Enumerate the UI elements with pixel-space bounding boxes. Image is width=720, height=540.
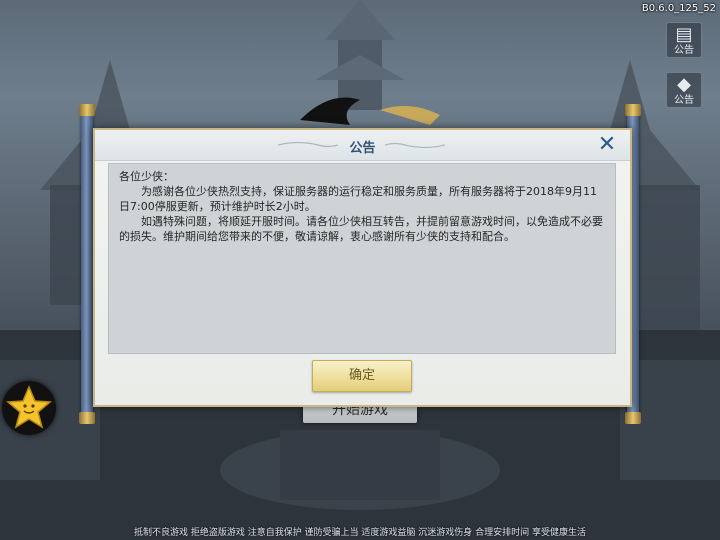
rod-cap-bottom (625, 412, 641, 424)
greeting-text: 各位少侠： (119, 170, 174, 183)
announcement-content: 各位少侠： 为感谢各位少侠热烈支持，保证服务器的运行稳定和服务质量，所有服务器将… (108, 163, 616, 354)
star-icon (6, 385, 52, 429)
paragraph-2: 如遇特殊问题，将顺延开服时间。请各位少侠相互转告，并提前留意游戏时间，以免造成不… (119, 215, 603, 243)
notice-side-label: 公告 (674, 45, 694, 56)
confirm-button[interactable]: 确定 (312, 360, 412, 392)
paragraph-1: 为感谢各位少侠热烈支持，保证服务器的运行稳定和服务质量，所有服务器将于2018年… (119, 185, 597, 213)
account-icon: ◆ (677, 74, 691, 95)
dialog-title: 公告 (349, 141, 376, 156)
rod-cap-top (79, 104, 95, 116)
scroll-rod-left (79, 104, 95, 424)
title-ornament-right (385, 142, 445, 148)
rod-cap-bottom (79, 412, 95, 424)
rod-cap-top (625, 104, 641, 116)
health-notice-footer: 抵制不良游戏 拒绝盗版游戏 注意自我保护 谨防受骗上当 适度游戏益脑 沉迷游戏伤… (133, 528, 587, 538)
dialog-title-bar: 公告 ✕ (95, 130, 630, 161)
notice-icon: ▤ (675, 24, 693, 45)
favorite-star-button[interactable] (2, 381, 56, 435)
close-button[interactable]: ✕ (596, 132, 618, 157)
announcement-dialog: 公告 ✕ 各位少侠： 为感谢各位少侠热烈支持，保证服务器的运行稳定和服务质量，所… (93, 128, 632, 407)
close-icon: ✕ (597, 132, 617, 157)
version-label: B0.6.0_125_52 (641, 3, 716, 14)
account-side-button[interactable]: ◆ 公告 (666, 72, 702, 108)
account-side-label: 公告 (674, 95, 694, 106)
notice-side-button[interactable]: ▤ 公告 (666, 22, 702, 58)
